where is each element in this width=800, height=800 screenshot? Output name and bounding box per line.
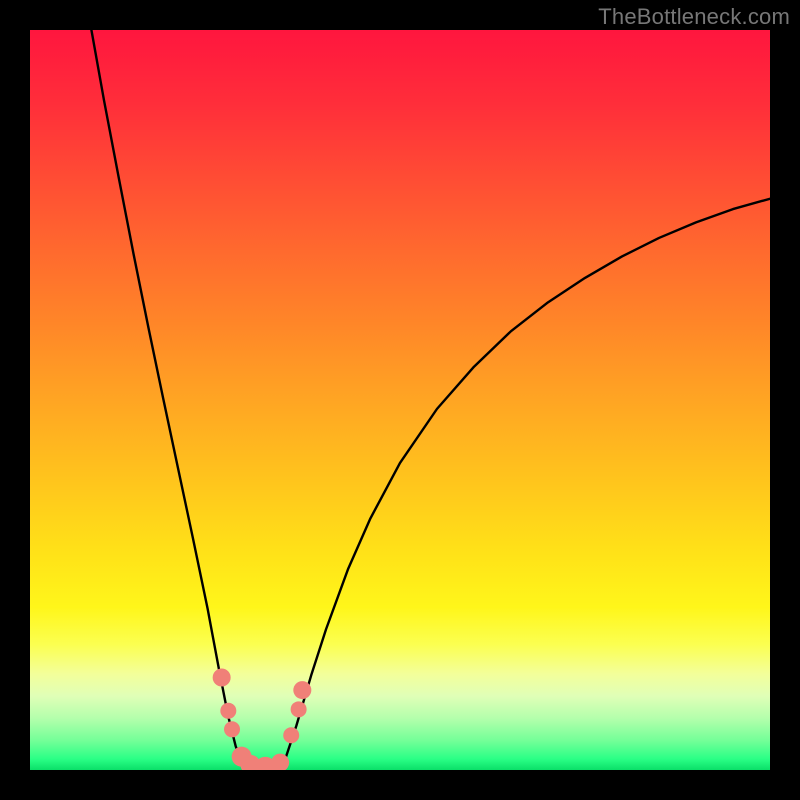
data-marker: [220, 703, 236, 719]
chart-frame: TheBottleneck.com: [0, 0, 800, 800]
watermark-text: TheBottleneck.com: [598, 4, 790, 30]
data-marker: [213, 669, 231, 687]
curve-layer: [30, 30, 770, 770]
data-markers: [213, 669, 312, 771]
bottleneck-curve: [91, 30, 770, 770]
data-marker: [291, 701, 307, 717]
data-marker: [224, 721, 240, 737]
data-marker: [283, 727, 299, 743]
data-marker: [293, 681, 311, 699]
plot-area: [30, 30, 770, 770]
